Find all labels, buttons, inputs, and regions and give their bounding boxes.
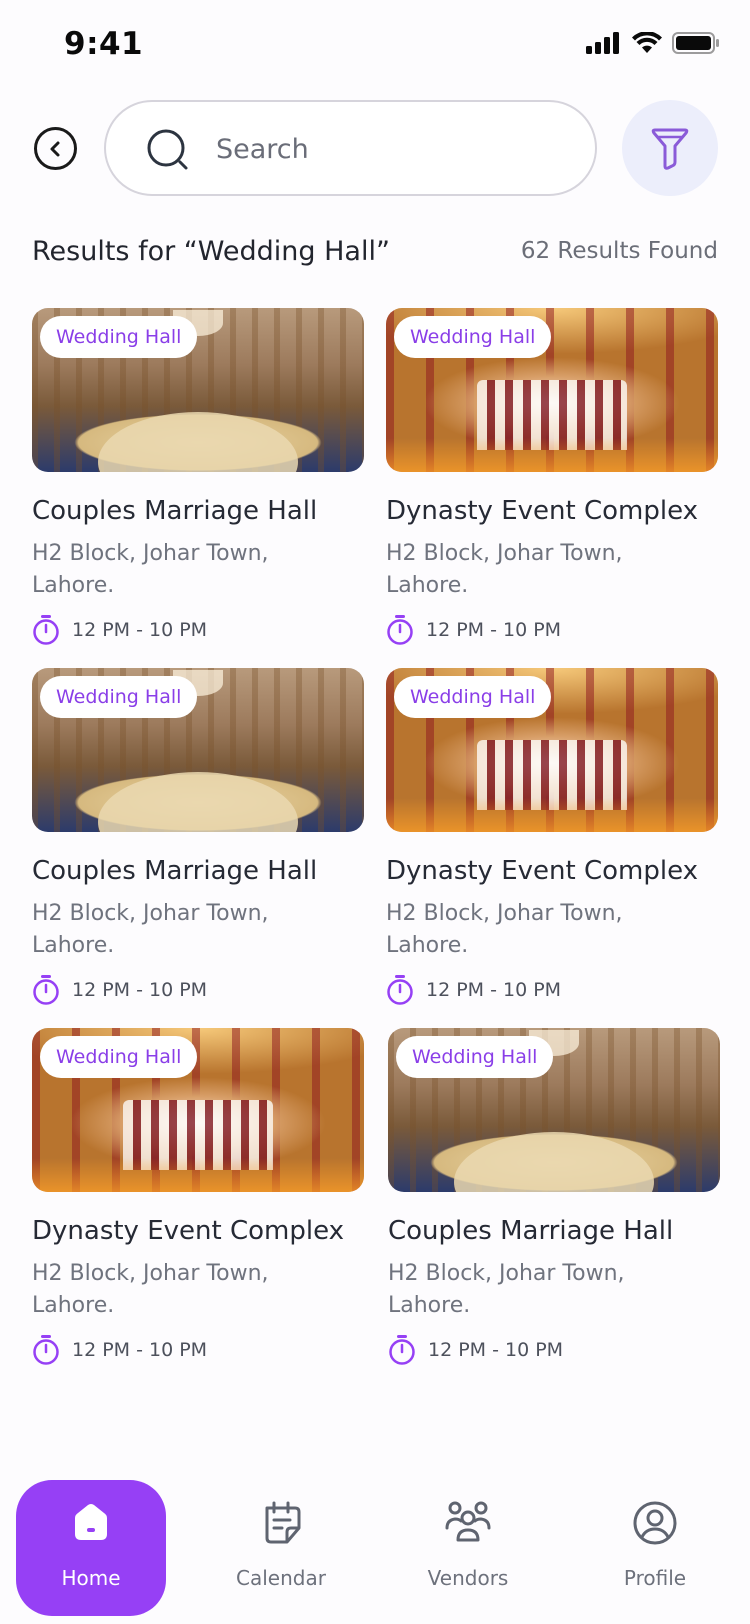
chevron-left-icon bbox=[50, 141, 59, 156]
category-tag: Wedding Hall bbox=[394, 676, 552, 718]
hours-text: 12 PM - 10 PM bbox=[72, 979, 208, 1001]
nav-label: Vendors bbox=[427, 1566, 509, 1590]
venue-card[interactable]: Wedding Hall Dynasty Event Complex H2 Bl… bbox=[386, 668, 718, 1006]
venue-address: H2 Block, Johar Town, Lahore. bbox=[32, 901, 269, 958]
search-input[interactable] bbox=[216, 126, 566, 172]
bottom-nav: Home Calendar Vendors Profile bbox=[0, 1480, 750, 1624]
cellular-signal-icon bbox=[586, 32, 619, 54]
hours-text: 12 PM - 10 PM bbox=[426, 979, 562, 1001]
venue-address: H2 Block, Johar Town, Lahore. bbox=[388, 1261, 625, 1318]
timer-icon bbox=[33, 975, 59, 1005]
venue-hours: 12 PM - 10 PM bbox=[388, 1334, 720, 1366]
search-icon bbox=[147, 129, 188, 170]
category-tag: Wedding Hall bbox=[396, 1036, 554, 1078]
venue-address: H2 Block, Johar Town, Lahore. bbox=[32, 541, 269, 598]
venue-hours: 12 PM - 10 PM bbox=[32, 1334, 364, 1366]
nav-item-vendors[interactable]: Vendors bbox=[393, 1480, 543, 1616]
timer-icon bbox=[387, 975, 413, 1005]
profile-icon bbox=[633, 1501, 677, 1545]
nav-label: Home bbox=[61, 1566, 121, 1590]
timer-icon bbox=[389, 1335, 415, 1365]
nav-item-home[interactable]: Home bbox=[16, 1480, 166, 1616]
status-icons bbox=[586, 32, 720, 54]
wifi-icon bbox=[632, 32, 662, 53]
hours-text: 12 PM - 10 PM bbox=[72, 1339, 208, 1361]
hours-text: 12 PM - 10 PM bbox=[426, 619, 562, 641]
venue-name: Dynasty Event Complex bbox=[32, 1216, 344, 1246]
category-tag: Wedding Hall bbox=[40, 1036, 198, 1078]
home-icon bbox=[75, 1504, 107, 1540]
timer-icon bbox=[33, 1335, 59, 1365]
venue-image: Wedding Hall bbox=[32, 668, 364, 832]
vendors-icon bbox=[445, 1501, 491, 1542]
venue-name: Dynasty Event Complex bbox=[386, 496, 698, 526]
category-tag: Wedding Hall bbox=[394, 316, 552, 358]
venue-name: Couples Marriage Hall bbox=[388, 1216, 674, 1246]
status-bar: 9:41 bbox=[0, 0, 750, 92]
venue-name: Couples Marriage Hall bbox=[32, 496, 318, 526]
venue-card[interactable]: Wedding Hall Couples Marriage Hall H2 Bl… bbox=[32, 308, 364, 646]
venue-image: Wedding Hall bbox=[32, 308, 364, 472]
timer-icon bbox=[33, 615, 59, 645]
venue-name: Couples Marriage Hall bbox=[32, 856, 318, 886]
venue-hours: 12 PM - 10 PM bbox=[386, 974, 718, 1006]
venue-name: Dynasty Event Complex bbox=[386, 856, 698, 886]
timer-icon bbox=[387, 615, 413, 645]
nav-item-calendar[interactable]: Calendar bbox=[206, 1480, 356, 1616]
venue-image: Wedding Hall bbox=[386, 668, 718, 832]
nav-label: Profile bbox=[623, 1566, 687, 1590]
results-count: 62 Results Found bbox=[520, 238, 718, 264]
venue-card[interactable]: Wedding Hall Couples Marriage Hall H2 Bl… bbox=[32, 668, 364, 1006]
back-button[interactable] bbox=[34, 127, 77, 170]
category-tag: Wedding Hall bbox=[40, 676, 198, 718]
calendar-icon bbox=[265, 1501, 301, 1544]
nav-label: Calendar bbox=[236, 1566, 326, 1590]
search-bar[interactable] bbox=[104, 100, 597, 196]
venue-card[interactable]: Wedding Hall Dynasty Event Complex H2 Bl… bbox=[386, 308, 718, 646]
venue-address: H2 Block, Johar Town, Lahore. bbox=[32, 1261, 269, 1318]
venue-address: H2 Block, Johar Town, Lahore. bbox=[386, 901, 623, 958]
venue-image: Wedding Hall bbox=[388, 1028, 720, 1192]
status-time: 9:41 bbox=[64, 26, 144, 62]
venue-hours: 12 PM - 10 PM bbox=[32, 974, 364, 1006]
filter-button[interactable] bbox=[622, 100, 718, 196]
venue-hours: 12 PM - 10 PM bbox=[32, 614, 364, 646]
venue-hours: 12 PM - 10 PM bbox=[386, 614, 718, 646]
nav-item-profile[interactable]: Profile bbox=[580, 1480, 730, 1616]
hours-text: 12 PM - 10 PM bbox=[428, 1339, 564, 1361]
venue-address: H2 Block, Johar Town, Lahore. bbox=[386, 541, 623, 598]
results-title: Results for “Wedding Hall” bbox=[32, 236, 390, 267]
battery-icon bbox=[672, 32, 719, 54]
venue-card[interactable]: Wedding Hall Dynasty Event Complex H2 Bl… bbox=[32, 1028, 364, 1366]
filter-icon bbox=[651, 128, 689, 170]
hours-text: 12 PM - 10 PM bbox=[72, 619, 208, 641]
venue-card[interactable]: Wedding Hall Couples Marriage Hall H2 Bl… bbox=[388, 1028, 720, 1366]
category-tag: Wedding Hall bbox=[40, 316, 198, 358]
venue-image: Wedding Hall bbox=[386, 308, 718, 472]
venue-image: Wedding Hall bbox=[32, 1028, 364, 1192]
